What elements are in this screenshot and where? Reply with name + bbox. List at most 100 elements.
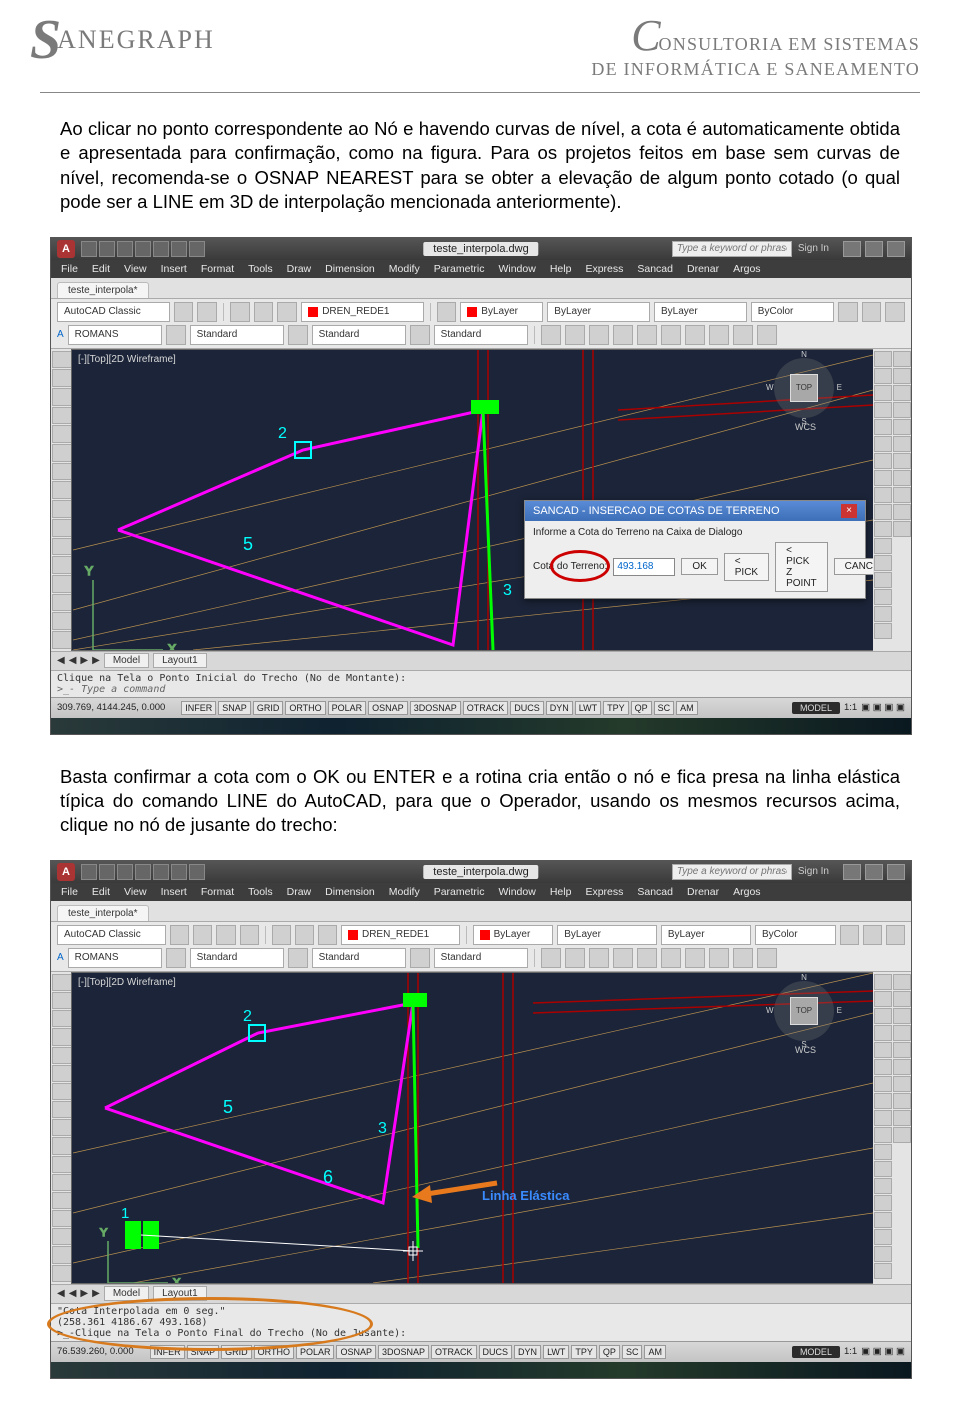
pick-button[interactable]: < PICK <box>724 553 769 581</box>
lineweight-combo[interactable]: ByLayer <box>654 302 747 322</box>
linetype-combo[interactable]: ByLayer <box>547 302 650 322</box>
menu-argos[interactable]: Argos <box>733 886 760 898</box>
ok-button[interactable]: OK <box>681 558 717 575</box>
menu-edit[interactable]: Edit <box>92 263 110 275</box>
right-toolbar[interactable] <box>873 349 911 651</box>
menu-edit[interactable]: Edit <box>92 886 110 898</box>
dimstyle-combo[interactable]: Standard <box>190 325 284 345</box>
menu-parametric[interactable]: Parametric <box>434 263 485 275</box>
ribbon-icon[interactable] <box>661 325 681 345</box>
menu-insert[interactable]: Insert <box>161 263 187 275</box>
ribbon-icon[interactable] <box>437 302 457 322</box>
plotstyle-combo[interactable]: ByColor <box>755 925 836 945</box>
menu-sancad[interactable]: Sancad <box>637 263 673 275</box>
tab-layout1[interactable]: Layout1 <box>153 653 207 668</box>
menu-modify[interactable]: Modify <box>389 886 420 898</box>
mleaderstyle-combo[interactable]: Standard <box>434 948 528 968</box>
ribbon-icon[interactable] <box>709 325 729 345</box>
ribbon-icon[interactable] <box>838 302 858 322</box>
view-cube[interactable]: NSEW TOP <box>774 358 834 418</box>
command-panel[interactable]: Clique na Tela o Ponto Inicial do Trecho… <box>51 670 911 697</box>
view-cube[interactable]: NSEW TOP <box>774 981 834 1041</box>
app-icon[interactable]: A <box>57 240 75 258</box>
menu-tools[interactable]: Tools <box>248 263 273 275</box>
ribbon-icon[interactable] <box>230 302 250 322</box>
color-combo[interactable]: ByLayer <box>473 925 554 945</box>
workspace-combo[interactable]: AutoCAD Classic <box>57 302 170 322</box>
plotstyle-combo[interactable]: ByColor <box>751 302 834 322</box>
tab-model[interactable]: Model <box>104 653 149 668</box>
menu-sancad[interactable]: Sancad <box>637 886 673 898</box>
ribbon-icon[interactable] <box>277 302 297 322</box>
sign-in-link[interactable]: Sign In <box>798 866 829 877</box>
menu-express[interactable]: Express <box>585 263 623 275</box>
pickz-button[interactable]: < PICK Z POINT <box>775 542 828 592</box>
linetype-combo[interactable]: ByLayer <box>557 925 657 945</box>
ribbon-icon[interactable] <box>757 325 777 345</box>
menu-drenar[interactable]: Drenar <box>687 886 719 898</box>
keyword-search-input[interactable] <box>672 864 792 880</box>
menu-drenar[interactable]: Drenar <box>687 263 719 275</box>
menu-file[interactable]: File <box>61 263 78 275</box>
ribbon-icon[interactable] <box>166 325 186 345</box>
menu-format[interactable]: Format <box>201 263 234 275</box>
status-scale[interactable]: 1:1 <box>844 702 857 713</box>
mleaderstyle-combo[interactable]: Standard <box>434 325 528 345</box>
menu-format[interactable]: Format <box>201 886 234 898</box>
menu-parametric[interactable]: Parametric <box>434 886 485 898</box>
ribbon-icon[interactable] <box>197 302 217 322</box>
ribbon-icon[interactable] <box>685 325 705 345</box>
menu-insert[interactable]: Insert <box>161 886 187 898</box>
ribbon-icon[interactable] <box>410 325 430 345</box>
quick-access-toolbar[interactable] <box>81 241 205 257</box>
menu-draw[interactable]: Draw <box>287 263 312 275</box>
menu-view[interactable]: View <box>124 886 147 898</box>
ribbon-icon[interactable] <box>613 325 633 345</box>
menu-tools[interactable]: Tools <box>248 886 273 898</box>
ribbon-icon[interactable] <box>862 302 882 322</box>
ribbon-icon[interactable] <box>637 325 657 345</box>
ribbon-icon[interactable] <box>733 325 753 345</box>
window-buttons[interactable] <box>843 241 905 257</box>
window-buttons[interactable] <box>843 864 905 880</box>
menu-window[interactable]: Window <box>498 263 535 275</box>
menu-view[interactable]: View <box>124 263 147 275</box>
textstyle-combo[interactable]: ROMANS <box>68 948 162 968</box>
ribbon-icon[interactable] <box>288 325 308 345</box>
viewcube-face[interactable]: TOP <box>790 374 818 402</box>
ribbon-icon[interactable] <box>565 325 585 345</box>
document-tab[interactable]: teste_interpola* <box>57 905 149 921</box>
ribbon-icon[interactable] <box>885 302 905 322</box>
right-toolbar[interactable] <box>873 972 911 1284</box>
menu-file[interactable]: File <box>61 886 78 898</box>
left-toolbar[interactable] <box>51 349 73 651</box>
ribbon-icon[interactable] <box>174 302 194 322</box>
layer-combo[interactable]: DREN_REDE1 <box>341 925 460 945</box>
layer-combo[interactable]: DREN_REDE1 <box>301 302 423 322</box>
menu-draw[interactable]: Draw <box>287 886 312 898</box>
tablestyle-combo[interactable]: Standard <box>312 325 406 345</box>
viewcube-face[interactable]: TOP <box>790 997 818 1025</box>
menu-help[interactable]: Help <box>550 263 572 275</box>
menu-window[interactable]: Window <box>498 886 535 898</box>
app-icon[interactable]: A <box>57 863 75 881</box>
document-tabbar[interactable]: teste_interpola* <box>51 901 911 922</box>
menu-bar[interactable]: File Edit View Insert Format Tools Draw … <box>51 883 911 901</box>
menu-express[interactable]: Express <box>585 886 623 898</box>
menu-dimension[interactable]: Dimension <box>325 886 375 898</box>
ribbon-icon[interactable] <box>589 325 609 345</box>
keyword-search-input[interactable] <box>672 241 792 257</box>
drafting-toggles[interactable]: INFER SNAP GRID ORTHO POLAR OSNAP 3DOSNA… <box>181 701 697 715</box>
status-model[interactable]: MODEL <box>792 702 840 714</box>
menu-dimension[interactable]: Dimension <box>325 263 375 275</box>
color-combo[interactable]: ByLayer <box>460 302 543 322</box>
textstyle-combo[interactable]: ROMANS <box>68 325 162 345</box>
tablestyle-combo[interactable]: Standard <box>312 948 406 968</box>
lineweight-combo[interactable]: ByLayer <box>661 925 751 945</box>
quick-access-toolbar[interactable] <box>81 864 205 880</box>
cota-input[interactable] <box>613 558 675 576</box>
cancel-button[interactable]: CANCELA <box>834 558 875 575</box>
status-scale[interactable]: 1:1 <box>844 1346 857 1357</box>
ribbon-icon[interactable] <box>254 302 274 322</box>
document-tabbar[interactable]: teste_interpola* <box>51 278 911 299</box>
